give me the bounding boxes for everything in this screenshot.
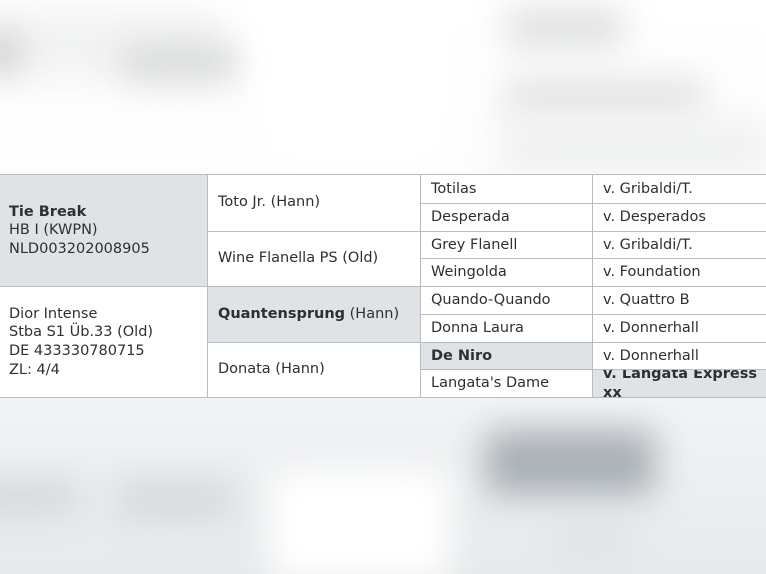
gen2-name-2: Quantensprung	[218, 305, 346, 322]
gen4-name-6: v. Donnerhall	[603, 347, 699, 364]
background-blur-block-4	[505, 8, 625, 48]
gen4-name-2: v. Gribaldi/T.	[603, 236, 693, 253]
pedigree-cell-gen3-1[interactable]: Desperada	[421, 202, 592, 231]
gen3-name-6: De Niro	[431, 347, 493, 364]
pedigree-cell-gen3-7[interactable]: Langata's Dame	[421, 369, 592, 397]
subject-detail-1-0: Stba S1 Üb.33 (Old)	[9, 324, 154, 341]
subject-name-1: Dior Intense	[9, 305, 98, 322]
pedigree-cell-gen2-0[interactable]: Toto Jr. (Hann)	[208, 175, 420, 231]
gen4-name-5: v. Donnerhall	[603, 319, 699, 336]
pedigree-column-subject: Tie Break HB I (KWPN) NLD003202008905 Di…	[0, 175, 207, 397]
gen2-suffix-2: (Hann)	[349, 305, 400, 322]
pedigree-cell-gen3-3[interactable]: Weingolda	[421, 258, 592, 286]
subject-name-0: Tie Break	[9, 203, 87, 220]
pedigree-cell-subject-1[interactable]: Dior Intense Stba S1 Üb.33 (Old) DE 4333…	[0, 286, 207, 397]
pedigree-cell-gen4-7[interactable]: v. Langata Express xx	[593, 369, 766, 397]
background-blur-block-2	[0, 35, 20, 70]
pedigree-cell-gen3-6[interactable]: De Niro	[421, 341, 592, 370]
pedigree-column-generation-3: Totilas Desperada Grey Flanell Weingolda…	[420, 175, 592, 397]
gen3-name-5: Donna Laura	[431, 319, 524, 336]
pedigree-cell-gen3-5[interactable]: Donna Laura	[421, 313, 592, 342]
subject-detail-1-2: ZL: 4/4	[9, 361, 60, 378]
background-blur-block-5	[505, 78, 705, 118]
background-blur-block-8	[0, 480, 80, 515]
pedigree-cell-gen3-0[interactable]: Totilas	[421, 175, 592, 203]
gen2-name-0: Toto Jr.	[218, 194, 266, 211]
pedigree-cell-gen3-2[interactable]: Grey Flanell	[421, 230, 592, 259]
gen2-name-3: Donata	[218, 361, 271, 378]
subject-detail-1-1: DE 433330780715	[9, 343, 145, 359]
pedigree-cell-gen4-5[interactable]: v. Donnerhall	[593, 313, 766, 342]
background-blur-block-12	[270, 470, 450, 574]
gen4-name-1: v. Desperados	[603, 208, 706, 225]
pedigree-cell-gen2-1[interactable]: Wine Flanella PS (Old)	[208, 230, 420, 287]
pedigree-column-generation-4: v. Gribaldi/T. v. Desperados v. Gribaldi…	[592, 175, 766, 397]
pedigree-cell-gen2-2[interactable]: Quantensprung (Hann)	[208, 286, 420, 342]
pedigree-cell-gen2-3[interactable]: Donata (Hann)	[208, 341, 420, 398]
gen4-name-3: v. Foundation	[603, 264, 701, 281]
subject-detail-0-0: HB I (KWPN)	[9, 222, 98, 239]
background-blur-block-6	[500, 120, 766, 175]
background-blur-block-11	[555, 525, 630, 555]
gen2-suffix-1: (Old)	[342, 250, 379, 267]
background-blur-block-10	[485, 430, 655, 495]
pedigree-cell-gen3-4[interactable]: Quando-Quando	[421, 286, 592, 314]
gen2-suffix-3: (Hann)	[275, 361, 325, 378]
pedigree-cell-gen4-0[interactable]: v. Gribaldi/T.	[593, 175, 766, 203]
gen3-name-7: Langata's Dame	[431, 375, 550, 392]
background-blur-block-3	[120, 45, 240, 80]
gen4-name-0: v. Gribaldi/T.	[603, 180, 693, 197]
pedigree-cell-gen4-2[interactable]: v. Gribaldi/T.	[593, 230, 766, 259]
gen3-name-4: Quando-Quando	[431, 292, 551, 309]
gen2-name-1: Wine Flanella PS	[218, 250, 338, 267]
gen2-suffix-0: (Hann)	[270, 194, 321, 211]
gen3-name-3: Weingolda	[431, 264, 507, 281]
pedigree-cell-gen4-3[interactable]: v. Foundation	[593, 258, 766, 286]
pedigree-table: Tie Break HB I (KWPN) NLD003202008905 Di…	[0, 174, 766, 398]
gen3-name-0: Totilas	[431, 180, 477, 197]
pedigree-column-generation-2: Toto Jr. (Hann) Wine Flanella PS (Old) Q…	[207, 175, 420, 397]
pedigree-cell-gen4-1[interactable]: v. Desperados	[593, 202, 766, 231]
pedigree-cell-subject-0[interactable]: Tie Break HB I (KWPN) NLD003202008905	[0, 175, 207, 286]
background-blur-block-9	[115, 480, 235, 520]
gen4-name-4: v. Quattro B	[603, 292, 690, 309]
gen4-name-7: v. Langata Express xx	[603, 369, 757, 397]
gen3-name-1: Desperada	[431, 208, 510, 225]
pedigree-cell-gen4-4[interactable]: v. Quattro B	[593, 286, 766, 314]
gen3-name-2: Grey Flanell	[431, 236, 518, 253]
subject-detail-0-1: NLD003202008905	[9, 240, 150, 257]
background-blur-block-7	[260, 0, 450, 165]
pedigree-cell-gen4-6[interactable]: v. Donnerhall	[593, 341, 766, 370]
